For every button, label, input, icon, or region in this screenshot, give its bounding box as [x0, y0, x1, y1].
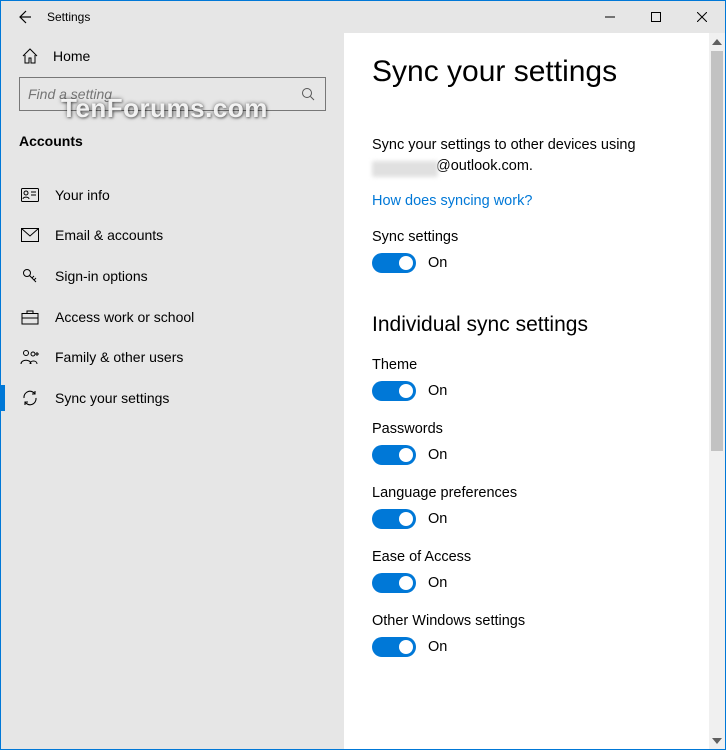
sidebar-item-label: Access work or school — [55, 309, 194, 325]
nav-home[interactable]: Home — [1, 33, 344, 77]
close-button[interactable] — [679, 1, 725, 33]
theme-toggle[interactable] — [372, 381, 416, 401]
briefcase-icon — [19, 309, 41, 325]
sidebar-item-label: Email & accounts — [55, 227, 163, 243]
scroll-up-button[interactable] — [709, 33, 725, 50]
nav-home-label: Home — [53, 48, 90, 64]
mail-icon — [19, 228, 41, 242]
maximize-button[interactable] — [633, 1, 679, 33]
scrollbar[interactable] — [709, 33, 725, 749]
ease-of-access-toggle[interactable] — [372, 573, 416, 593]
key-icon — [19, 267, 41, 285]
desc-prefix: Sync your settings to other devices usin… — [372, 137, 636, 153]
sidebar-item-label: Sign-in options — [55, 268, 148, 284]
sidebar-item-family-users[interactable]: Family & other users — [1, 337, 344, 377]
sidebar-nav: Your info Email & accounts Sign-in optio… — [1, 167, 344, 419]
other-windows-settings-label: Other Windows settings — [372, 613, 689, 629]
window-title: Settings — [47, 10, 90, 24]
desc-suffix: @outlook.com. — [436, 158, 533, 174]
sidebar-item-sync-settings[interactable]: Sync your settings — [1, 377, 344, 419]
sidebar-item-label: Your info — [55, 187, 110, 203]
sidebar: Home Accounts Your info Emai — [1, 33, 344, 749]
other-windows-settings-toggle[interactable] — [372, 637, 416, 657]
language-prefs-toggle[interactable] — [372, 509, 416, 529]
ease-of-access-label: Ease of Access — [372, 549, 689, 565]
sidebar-item-signin-options[interactable]: Sign-in options — [1, 255, 344, 297]
scrollbar-thumb[interactable] — [711, 51, 723, 451]
passwords-label: Passwords — [372, 421, 689, 437]
search-box[interactable] — [19, 77, 326, 111]
sidebar-item-email-accounts[interactable]: Email & accounts — [1, 215, 344, 255]
back-button[interactable] — [1, 1, 47, 33]
sync-description: Sync your settings to other devices usin… — [372, 135, 689, 177]
toggle-state: On — [428, 383, 447, 399]
user-card-icon — [19, 188, 41, 202]
passwords-toggle[interactable] — [372, 445, 416, 465]
sidebar-section-title: Accounts — [1, 129, 344, 167]
search-icon — [299, 87, 317, 101]
home-icon — [19, 47, 41, 65]
scroll-down-button[interactable] — [709, 732, 725, 749]
minimize-button[interactable] — [587, 1, 633, 33]
sidebar-item-label: Sync your settings — [55, 390, 169, 406]
sync-settings-label: Sync settings — [372, 229, 689, 245]
sidebar-item-your-info[interactable]: Your info — [1, 175, 344, 215]
how-syncing-works-link[interactable]: How does syncing work? — [372, 193, 689, 209]
theme-label: Theme — [372, 357, 689, 373]
toggle-state: On — [428, 447, 447, 463]
page-title: Sync your settings — [372, 55, 689, 89]
main-content: Sync your settings Sync your settings to… — [344, 33, 709, 749]
sync-icon — [19, 389, 41, 407]
toggle-state: On — [428, 511, 447, 527]
redacted-email-user — [372, 161, 438, 177]
toggle-state: On — [428, 255, 447, 271]
family-icon — [19, 349, 41, 365]
sidebar-item-access-work-school[interactable]: Access work or school — [1, 297, 344, 337]
sidebar-item-label: Family & other users — [55, 349, 183, 365]
search-input[interactable] — [28, 86, 299, 102]
individual-sync-heading: Individual sync settings — [372, 313, 689, 337]
toggle-state: On — [428, 639, 447, 655]
sync-settings-toggle[interactable] — [372, 253, 416, 273]
language-prefs-label: Language preferences — [372, 485, 689, 501]
toggle-state: On — [428, 575, 447, 591]
titlebar: Settings — [1, 1, 725, 33]
